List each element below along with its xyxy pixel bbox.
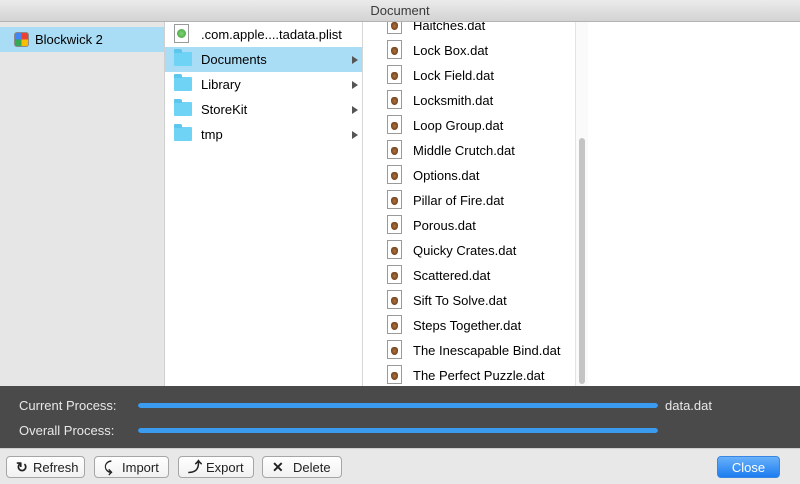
chevron-right-icon	[352, 56, 358, 64]
progress-panel: Current Process: data.dat Overall Proces…	[0, 386, 800, 448]
close-button-label: Close	[731, 460, 766, 475]
app-icon	[14, 32, 29, 47]
file-item-label: The Inescapable Bind.dat	[413, 343, 561, 358]
column-files: Haitches.dat Lock Box.dat Lock Field.dat…	[363, 22, 588, 386]
file-item-label: Middle Crutch.dat	[413, 143, 515, 158]
dat-file-icon	[387, 22, 402, 34]
file-item-label: The Perfect Puzzle.dat	[413, 368, 545, 383]
app-item-label: Blockwick 2	[35, 32, 103, 47]
dat-file-icon	[387, 190, 402, 209]
file-item-label: Porous.dat	[413, 218, 476, 233]
file-item-label: Loop Group.dat	[413, 118, 504, 133]
delete-button[interactable]: ✕ Delete	[262, 456, 342, 478]
dat-file-icon	[387, 315, 402, 334]
file-item-label: Scattered.dat	[413, 268, 491, 283]
current-progress-fill	[138, 403, 658, 408]
file-item[interactable]: Locksmith.dat	[363, 88, 587, 113]
file-item-label: Sift To Solve.dat	[413, 293, 507, 308]
file-item[interactable]: Options.dat	[363, 163, 587, 188]
folder-item-label: tmp	[201, 127, 223, 142]
file-item-label: Locksmith.dat	[413, 93, 494, 108]
export-icon: ⤴	[188, 459, 202, 475]
window-title: Document	[370, 3, 430, 18]
folder-icon	[174, 124, 192, 141]
dat-file-icon	[387, 90, 402, 109]
list-item-label: .com.apple....tadata.plist	[201, 27, 342, 42]
file-item-label: Options.dat	[413, 168, 480, 183]
bottom-toolbar: ↻ Refresh ⤹ Import ⤴ Export ✕ Delete Clo…	[0, 448, 800, 484]
folder-item-label: Library	[201, 77, 241, 92]
chevron-right-icon	[352, 106, 358, 114]
folder-icon	[174, 74, 192, 91]
file-item[interactable]: Scattered.dat	[363, 263, 587, 288]
chevron-right-icon	[352, 81, 358, 89]
close-button[interactable]: Close	[717, 456, 780, 478]
folder-item-storekit[interactable]: StoreKit	[165, 97, 362, 122]
file-item-label: Quicky Crates.dat	[413, 243, 517, 258]
export-button-label: Export	[206, 460, 244, 475]
column-preview	[588, 22, 800, 386]
dat-file-icon	[387, 290, 402, 309]
plist-file-icon	[174, 24, 189, 43]
dat-file-icon	[387, 165, 402, 184]
overall-process-label: Overall Process:	[19, 423, 115, 438]
current-process-label: Current Process:	[19, 398, 117, 413]
dat-file-icon	[387, 40, 402, 59]
refresh-button[interactable]: ↻ Refresh	[6, 456, 85, 478]
chevron-right-icon	[352, 131, 358, 139]
window-titlebar: Document	[0, 0, 800, 22]
import-icon: ⤹	[104, 459, 113, 475]
file-item-label: Steps Together.dat	[413, 318, 522, 333]
dat-file-icon	[387, 340, 402, 359]
app-item-blockwick[interactable]: Blockwick 2	[0, 27, 164, 52]
overall-progress-fill	[138, 428, 658, 433]
overall-progress-bar	[138, 428, 658, 433]
file-item[interactable]: Lock Box.dat	[363, 38, 587, 63]
file-item[interactable]: Porous.dat	[363, 213, 587, 238]
current-progress-bar	[138, 403, 658, 408]
file-item-label: Pillar of Fire.dat	[413, 193, 505, 208]
file-item[interactable]: Pillar of Fire.dat	[363, 188, 587, 213]
folder-item-tmp[interactable]: tmp	[165, 122, 362, 147]
current-file-name: data.dat	[665, 398, 712, 413]
import-button[interactable]: ⤹ Import	[94, 456, 169, 478]
dat-file-icon	[387, 140, 402, 159]
file-item[interactable]: Steps Together.dat	[363, 313, 587, 338]
file-item-label: Lock Field.dat	[413, 68, 494, 83]
file-browser: Blockwick 2 .com.apple....tadata.plist D…	[0, 22, 800, 386]
file-item[interactable]: The Perfect Puzzle.dat	[363, 363, 587, 386]
file-item[interactable]: Quicky Crates.dat	[363, 238, 587, 263]
delete-button-label: Delete	[293, 460, 331, 475]
dat-file-icon	[387, 265, 402, 284]
close-icon: ✕	[272, 459, 284, 475]
refresh-icon: ↻	[16, 459, 28, 475]
dat-file-icon	[387, 240, 402, 259]
column-apps: Blockwick 2	[0, 22, 165, 386]
file-item-label: Lock Box.dat	[413, 43, 489, 58]
scrollbar-thumb[interactable]	[579, 138, 585, 384]
dat-file-icon	[387, 65, 402, 84]
column-directory: .com.apple....tadata.plist Documents Lib…	[165, 22, 363, 386]
file-item-label: Haitches.dat	[413, 22, 486, 33]
dat-file-icon	[387, 215, 402, 234]
file-item[interactable]: Sift To Solve.dat	[363, 288, 587, 313]
folder-item-documents[interactable]: Documents	[165, 47, 362, 72]
dat-file-icon	[387, 115, 402, 134]
refresh-button-label: Refresh	[33, 460, 79, 475]
file-item[interactable]: The Inescapable Bind.dat	[363, 338, 587, 363]
file-item[interactable]: Loop Group.dat	[363, 113, 587, 138]
file-item[interactable]: Lock Field.dat	[363, 63, 587, 88]
folder-item-library[interactable]: Library	[165, 72, 362, 97]
export-button[interactable]: ⤴ Export	[178, 456, 254, 478]
list-item-plist[interactable]: .com.apple....tadata.plist	[165, 22, 362, 47]
folder-item-label: StoreKit	[201, 102, 248, 117]
file-item[interactable]: Middle Crutch.dat	[363, 138, 587, 163]
folder-icon	[174, 99, 192, 116]
file-item[interactable]: Haitches.dat	[363, 22, 587, 38]
folder-icon	[174, 49, 192, 66]
import-button-label: Import	[122, 460, 159, 475]
dat-file-icon	[387, 365, 402, 384]
folder-item-label: Documents	[201, 52, 267, 67]
